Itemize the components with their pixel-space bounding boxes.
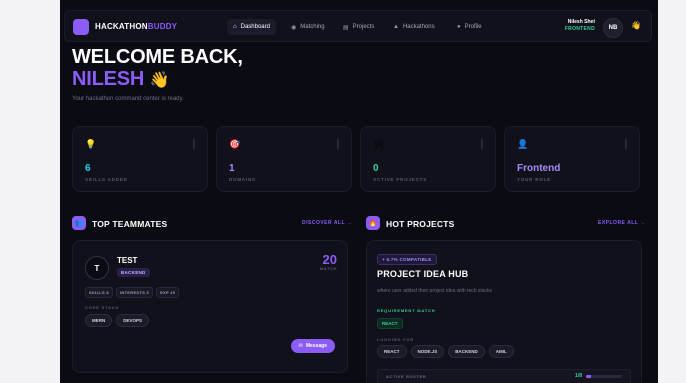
wave-emoji-icon: 👋 — [149, 72, 170, 89]
brand-name[interactable]: HACKATHONBUDDY — [95, 22, 177, 31]
tech-pill: AIML — [488, 345, 514, 358]
nav-profile[interactable]: ● Profile — [451, 19, 488, 35]
project-card[interactable]: + 6.7% COMPATIBLE PROJECT IDEA HUB where… — [366, 240, 642, 383]
projects-title: HOT PROJECTS — [386, 219, 455, 229]
teammate-card[interactable]: T TEST BACKEND 20 MATCH SKILLS 8 INTERES… — [72, 240, 348, 373]
divider — [193, 139, 195, 149]
nav-projects[interactable]: ▤ Projects — [337, 19, 380, 35]
user-role: FRONTEND — [564, 26, 595, 32]
stat-label: SKILLS ADDED — [85, 177, 128, 182]
trophy-icon: ▲ — [393, 24, 399, 30]
team-icon: 👥 — [72, 216, 86, 230]
top-nav: HACKATHONBUDDY ⌂ Dashboard ◉ Matching ▤ … — [64, 10, 652, 42]
wave-icon[interactable]: 👋 — [631, 21, 641, 30]
home-icon: ⌂ — [233, 24, 237, 30]
tech-pill: NODE.JS — [410, 345, 445, 358]
tech-pill: BACKEND — [448, 345, 485, 358]
stat-value: 1 — [229, 163, 235, 174]
user-icon: ● — [457, 24, 461, 30]
stat-value: 0 — [373, 163, 379, 174]
user-icon: 👤 — [517, 139, 529, 149]
stat-label: YOUR ROLE — [517, 177, 551, 182]
nav-projects-label: Projects — [352, 24, 375, 30]
requirement-badge: REACT — [377, 318, 403, 329]
chat-icon: ✉ — [298, 343, 303, 349]
teammates-title: TOP TEAMMATES — [92, 219, 168, 229]
compatibility-badge: + 6.7% COMPATIBLE — [377, 254, 437, 265]
teammate-avatar: T — [85, 256, 109, 280]
stat-card-domains: 🎯 1 DOMAINS — [216, 126, 352, 192]
fire-icon: 🔥 — [366, 216, 380, 230]
nav-hackathons[interactable]: ▲ Hackathons — [387, 19, 441, 35]
match-label: MATCH — [319, 266, 337, 271]
nav-matching-label: Matching — [300, 24, 325, 30]
project-title: PROJECT IDEA HUB — [377, 269, 469, 279]
tools-icon: 🛠 — [373, 139, 385, 149]
stack-pill: MERN — [85, 314, 113, 327]
looking-for-label: LOOKING FOR — [377, 337, 415, 342]
stack-pill: DEVOPS — [116, 314, 150, 327]
divider — [625, 139, 627, 149]
nav-hackathons-label: Hackathons — [402, 24, 435, 30]
active-roster: ACTIVE ROSTER 1/8 — [377, 369, 631, 383]
stat-card-projects: 🛠 0 ACTIVE PROJECTS — [360, 126, 496, 192]
stack-pills: MERN DEVOPS — [85, 314, 150, 327]
match-value: 20 — [322, 252, 337, 267]
divider — [481, 139, 483, 149]
projects-icon: ▤ — [343, 24, 349, 31]
explore-all-link[interactable]: EXPLORE ALL → — [598, 220, 646, 226]
page-title: WELCOME BACK, NILESH 👋 — [72, 46, 243, 92]
roster-progress-fill — [586, 375, 591, 378]
core-stack-label: CORE STACK — [85, 305, 120, 310]
app-frame: HACKATHONBUDDY ⌂ Dashboard ◉ Matching ▤ … — [60, 0, 658, 383]
lightbulb-icon: 💡 — [85, 139, 97, 149]
stat-card-skills: 💡 6 SKILLS ADDED — [72, 126, 208, 192]
welcome-name: NILESH — [72, 68, 145, 90]
message-label: Message — [305, 343, 327, 349]
user-info: Nilesh Shet FRONTEND — [565, 19, 595, 33]
target-icon: 🎯 — [229, 139, 241, 149]
score-chips: SKILLS 8 INTERESTS 0 EXP 20 — [85, 287, 180, 298]
chip-skills: SKILLS 8 — [85, 287, 113, 298]
roster-progress — [586, 375, 622, 378]
nav-dashboard-label: Dashboard — [240, 24, 270, 30]
brand-part1: HACKATHON — [95, 22, 148, 31]
avatar[interactable]: NB — [603, 18, 623, 38]
user-name: Nilesh Shet — [567, 19, 595, 25]
looking-pills: REACT NODE.JS BACKEND AIML — [377, 345, 514, 358]
stat-value: 6 — [85, 163, 91, 174]
target-icon: ◉ — [291, 24, 297, 31]
requirement-label: REQUIREMENT MATCH — [377, 308, 436, 313]
nav-matching[interactable]: ◉ Matching — [285, 19, 331, 35]
match-score: 20 MATCH — [320, 253, 337, 271]
page-subtitle: Your hackathon command center is ready. — [72, 96, 184, 102]
stat-card-role: 👤 Frontend YOUR ROLE — [504, 126, 640, 192]
welcome-line: WELCOME BACK, — [72, 46, 243, 68]
nav-profile-label: Profile — [464, 24, 482, 30]
discover-all-link[interactable]: DISCOVER ALL → — [302, 220, 352, 226]
active-roster-label: ACTIVE ROSTER — [386, 374, 427, 379]
tech-pill: REACT — [377, 345, 407, 358]
nav-dashboard[interactable]: ⌂ Dashboard — [227, 19, 276, 35]
chip-exp: EXP 20 — [156, 287, 180, 298]
message-button[interactable]: ✉ Message — [290, 339, 335, 353]
stat-label: ACTIVE PROJECTS — [373, 177, 428, 182]
stat-label: DOMAINS — [229, 177, 256, 182]
logo-icon[interactable] — [73, 19, 89, 35]
project-description: where user added their project idea with… — [377, 288, 493, 294]
role-badge: BACKEND — [117, 268, 150, 277]
chip-interests: INTERESTS 0 — [115, 287, 154, 298]
stat-value: Frontend — [517, 163, 561, 174]
brand-part2: BUDDY — [147, 22, 178, 31]
active-roster-value: 1/8 — [575, 373, 582, 379]
teammate-name: TEST — [117, 256, 138, 265]
divider — [337, 139, 339, 149]
